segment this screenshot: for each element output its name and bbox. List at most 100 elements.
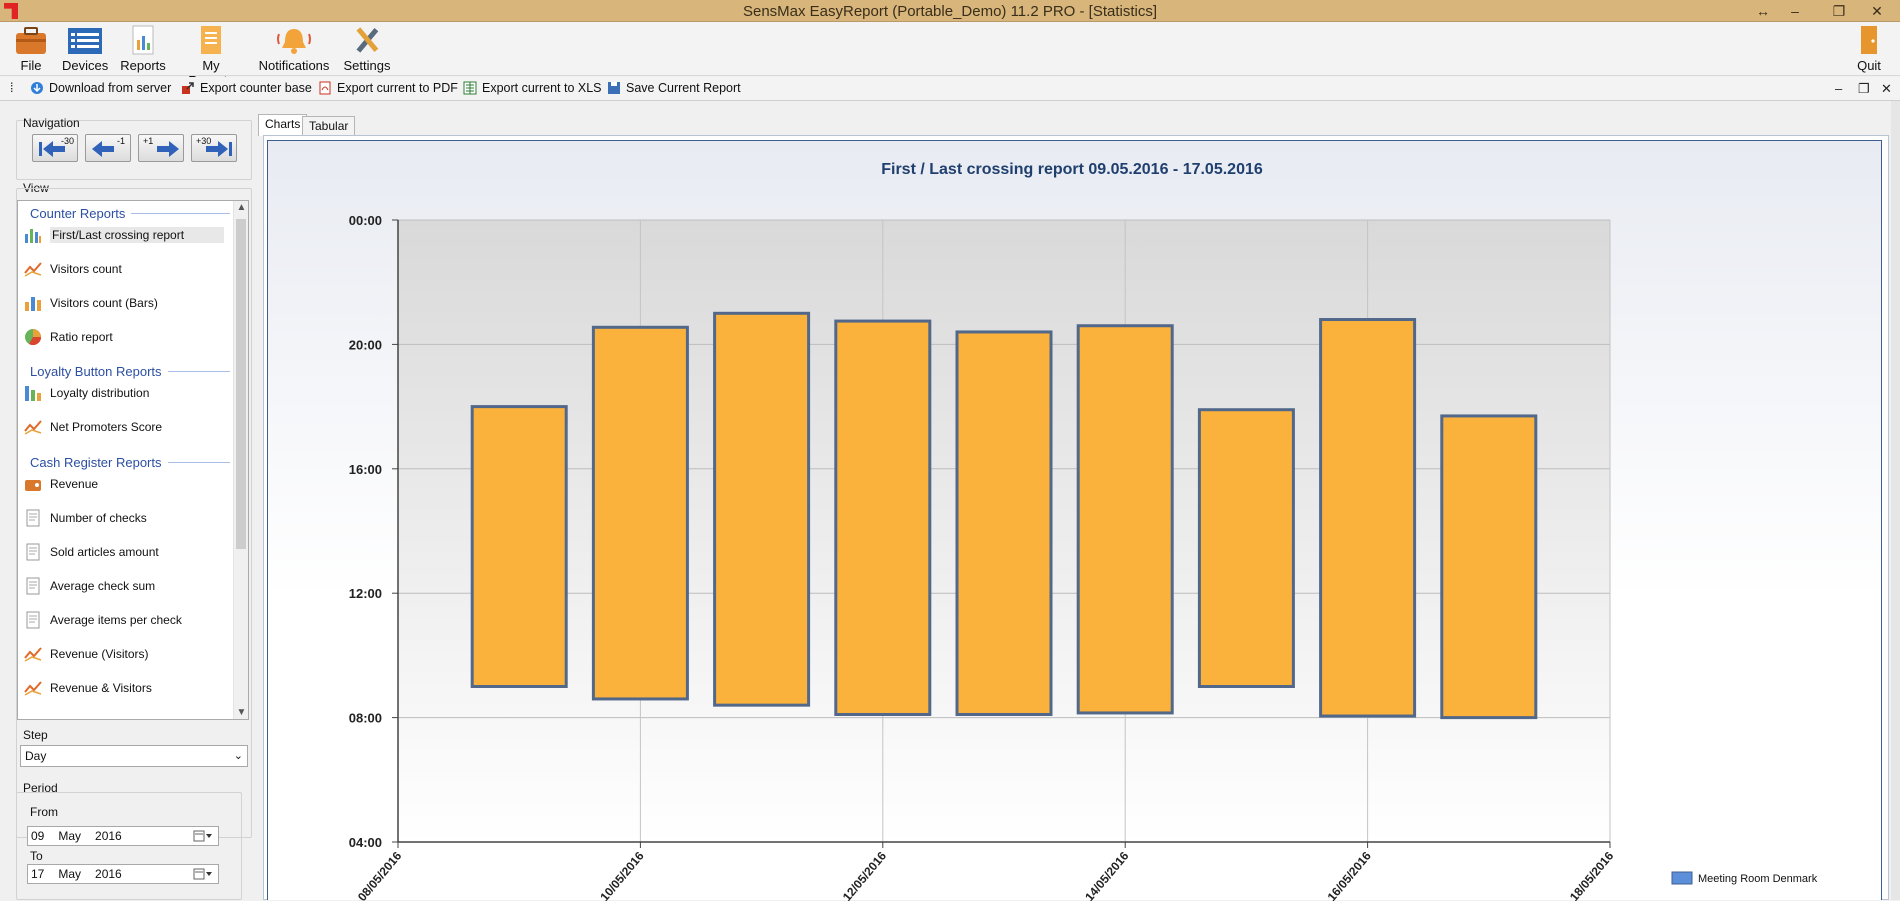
mdi-restore-button[interactable]: ❐ bbox=[1858, 81, 1870, 97]
calendar-dropdown-icon[interactable] bbox=[193, 830, 213, 842]
step-label: Step bbox=[23, 728, 48, 742]
list-item-ratio-report[interactable]: Ratio report bbox=[24, 325, 113, 349]
chart-bar bbox=[470, 405, 568, 688]
reports-label: Reports bbox=[120, 58, 166, 73]
mdi-close-button[interactable]: ✕ bbox=[1881, 81, 1892, 97]
settings-button[interactable]: Settings bbox=[343, 24, 391, 73]
line-chart-icon bbox=[24, 420, 42, 435]
list-item-label: Sold articles amount bbox=[50, 545, 159, 559]
bar-chart-icon bbox=[25, 297, 41, 311]
list-item-visitors-count-bars[interactable]: Visitors count (Bars) bbox=[24, 291, 158, 315]
reports-button[interactable]: Reports bbox=[120, 24, 166, 73]
calendar-dropdown-icon[interactable] bbox=[193, 868, 213, 880]
list-item-first-last-crossing[interactable]: First/Last crossing report bbox=[24, 223, 225, 247]
panel-edge-scrollbar[interactable] bbox=[1891, 101, 1900, 900]
tab-charts[interactable]: Charts bbox=[258, 114, 308, 136]
nav-back-30-button[interactable]: -30 bbox=[32, 134, 78, 162]
pdf-icon bbox=[319, 81, 331, 95]
door-exit-icon bbox=[1861, 26, 1877, 54]
nav-back-1-button[interactable]: -1 bbox=[85, 134, 131, 162]
double-arrow-icon[interactable]: ↔ bbox=[1748, 1, 1778, 21]
restore-button[interactable]: ❐ bbox=[1824, 1, 1854, 21]
list-item-revenue-and-visitors[interactable]: Revenue & Visitors bbox=[24, 676, 152, 700]
to-month: May bbox=[58, 867, 82, 881]
list-item-label: Visitors count (Bars) bbox=[50, 296, 158, 310]
line-chart-icon bbox=[24, 262, 42, 277]
category-counter-reports: Counter Reports bbox=[30, 206, 230, 221]
close-button[interactable]: ✕ bbox=[1862, 1, 1892, 21]
list-scrollbar[interactable]: ▲ ▼ bbox=[233, 201, 248, 719]
from-year: 2016 bbox=[95, 829, 122, 843]
list-item-number-of-checks[interactable]: Number of checks bbox=[24, 506, 147, 530]
scroll-thumb[interactable] bbox=[236, 219, 246, 549]
export-xls-button[interactable]: Export current to XLS bbox=[463, 81, 602, 95]
chart-bar bbox=[1197, 408, 1295, 688]
export-pdf-button[interactable]: Export current to PDF bbox=[318, 81, 458, 95]
wallet-icon bbox=[25, 480, 41, 491]
scroll-up-icon[interactable]: ▲ bbox=[234, 202, 248, 213]
list-item-net-promoters-score[interactable]: Net Promoters Score bbox=[24, 415, 162, 439]
floppy-disk-icon bbox=[608, 82, 620, 94]
nav-forward-1-button[interactable]: +1 bbox=[138, 134, 184, 162]
list-item-average-check-sum[interactable]: Average check sum bbox=[24, 574, 155, 598]
devices-list-icon bbox=[68, 28, 102, 54]
download-from-server-button[interactable]: Download from server bbox=[30, 81, 171, 95]
list-item-revenue-visitors[interactable]: Revenue (Visitors) bbox=[24, 642, 148, 666]
quit-label: Quit bbox=[1857, 58, 1881, 73]
category-label: Loyalty Button Reports bbox=[30, 364, 162, 379]
minimize-button[interactable]: – bbox=[1780, 1, 1810, 21]
list-item-average-items-per-check[interactable]: Average items per check bbox=[24, 608, 182, 632]
nav-forward-30-label: +30 bbox=[196, 136, 212, 146]
chevron-down-icon: ⌄ bbox=[233, 750, 243, 762]
nav-forward-30-button[interactable]: +30 bbox=[191, 134, 237, 162]
pie-chart-icon bbox=[25, 329, 42, 346]
chart-bar bbox=[955, 330, 1053, 716]
list-item-sold-articles-amount[interactable]: Sold articles amount bbox=[24, 540, 159, 564]
list-item-loyalty-distribution[interactable]: Loyalty distribution bbox=[24, 381, 149, 405]
tab-tabular[interactable]: Tabular bbox=[302, 116, 356, 135]
scroll-down-icon[interactable]: ▼ bbox=[234, 707, 248, 718]
report-list[interactable]: Counter Reports First/Last crossing repo… bbox=[17, 200, 249, 720]
list-item-visitors-count[interactable]: Visitors count bbox=[24, 257, 122, 281]
briefcase-icon bbox=[16, 27, 46, 54]
to-date-field[interactable]: 17 May 2016 bbox=[27, 864, 219, 884]
x-tick-label: 16/05/2016 bbox=[1325, 849, 1375, 901]
y-tick-label: 04:00 bbox=[349, 835, 382, 850]
devices-button[interactable]: Devices bbox=[62, 24, 108, 73]
toolbar: ⁞ Download from server Export counter ba… bbox=[0, 77, 1900, 101]
export-counter-base-button[interactable]: Export counter base bbox=[181, 81, 312, 95]
list-item-label: Average items per check bbox=[50, 613, 182, 627]
y-tick-label: 16:00 bbox=[349, 462, 382, 477]
line-chart-icon bbox=[24, 681, 42, 696]
list-item-label: Loyalty distribution bbox=[50, 386, 150, 400]
list-item-label: First/Last crossing report bbox=[50, 227, 225, 243]
mdi-minimize-button[interactable]: – bbox=[1835, 81, 1842, 96]
list-item-label: Revenue bbox=[50, 477, 99, 491]
nav-back-1-label: -1 bbox=[117, 136, 126, 146]
line-chart-icon bbox=[24, 647, 42, 662]
save-current-report-button[interactable]: Save Current Report bbox=[607, 81, 741, 95]
quit-button[interactable]: Quit bbox=[1852, 24, 1886, 73]
from-date-field[interactable]: 09 May 2016 bbox=[27, 826, 219, 846]
list-item-revenue[interactable]: Revenue bbox=[24, 472, 98, 496]
chart-bar bbox=[591, 325, 689, 701]
xls-icon bbox=[463, 81, 477, 95]
notifications-button[interactable]: Notifications bbox=[258, 24, 330, 73]
document-icon bbox=[26, 611, 40, 629]
file-button[interactable]: File bbox=[12, 24, 50, 73]
to-label: To bbox=[30, 849, 43, 863]
list-item-label: Revenue (Visitors) bbox=[50, 647, 149, 661]
to-day: 17 bbox=[31, 867, 45, 881]
chart-bar bbox=[1440, 414, 1538, 720]
x-tick-label: 14/05/2016 bbox=[1082, 849, 1132, 901]
category-cash-register-reports: Cash Register Reports bbox=[30, 455, 230, 470]
bell-icon bbox=[277, 29, 311, 54]
y-tick-label: 12:00 bbox=[349, 586, 382, 601]
export-xls-label: Export current to XLS bbox=[482, 81, 602, 95]
x-tick-label: 12/05/2016 bbox=[840, 849, 890, 901]
globe-download-icon bbox=[31, 82, 43, 94]
chart-panel: First / Last crossing report 09.05.2016 … bbox=[263, 135, 1889, 901]
chart: First / Last crossing report 09.05.2016 … bbox=[349, 161, 1818, 901]
document-icon bbox=[26, 543, 40, 561]
step-select[interactable]: Day ⌄ bbox=[20, 745, 248, 767]
